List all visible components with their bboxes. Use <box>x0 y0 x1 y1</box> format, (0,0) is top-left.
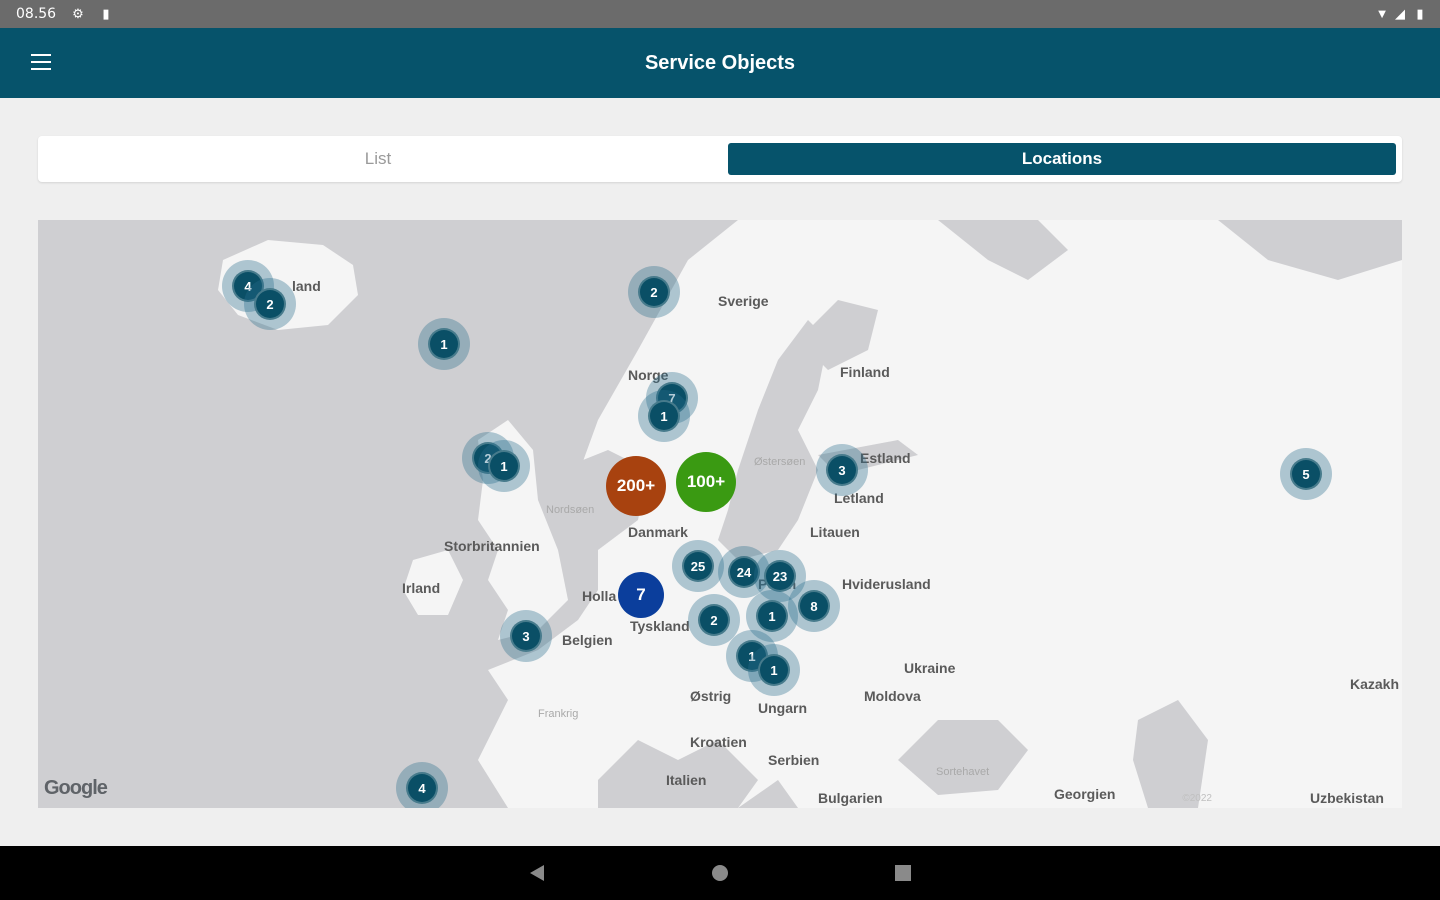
tab-list[interactable]: List <box>38 143 718 175</box>
map-cluster-marker[interactable]: 5 <box>1280 448 1332 500</box>
map-label: Serbien <box>768 752 820 768</box>
map-label: Sverige <box>718 293 769 309</box>
map-cluster-marker[interactable]: 1 <box>418 318 470 370</box>
map-label: land <box>292 278 321 294</box>
map-label: Kazakh <box>1350 676 1400 692</box>
map-label: Bulgarien <box>818 790 883 806</box>
map-cluster-marker[interactable]: 2 <box>628 266 680 318</box>
map-label: Ukraine <box>904 660 956 676</box>
map-label: Holla <box>582 588 617 604</box>
map-label: Belgien <box>562 632 613 648</box>
app-bar: Service Objects <box>0 28 1440 98</box>
map-cluster-marker[interactable]: 3 <box>500 610 552 662</box>
battery-icon: ▮ <box>1416 6 1424 21</box>
google-logo: Google <box>44 777 108 799</box>
map-view[interactable]: land Sverige Finland Norge Danmark Storb… <box>38 220 1402 808</box>
tab-locations[interactable]: Locations <box>728 143 1396 175</box>
map-label: Nordsøen <box>546 504 595 516</box>
wifi-icon: ▼ <box>1375 6 1389 21</box>
map-label: Moldova <box>864 688 921 704</box>
system-nav-bar <box>0 846 1440 900</box>
home-icon[interactable] <box>711 864 729 882</box>
map-label: Sortehavet <box>936 766 990 778</box>
map-cluster-marker[interactable]: 100+ <box>676 452 736 512</box>
map-cluster-marker[interactable]: 200+ <box>606 456 666 516</box>
map-label: Hviderusland <box>842 576 931 592</box>
map-label: Estland <box>860 450 911 466</box>
map-cluster-marker[interactable]: 1 <box>478 440 530 492</box>
map-label: Kroatien <box>690 734 747 750</box>
signal-icon: ◢ <box>1395 6 1405 21</box>
status-bar: 08.56 ⚙ ▮ ▼ ◢ ▮ <box>0 0 1440 28</box>
map-cluster-marker[interactable]: 7 <box>618 572 664 618</box>
map-cluster-marker[interactable]: 1 <box>638 390 690 442</box>
status-time: 08.56 <box>16 6 57 22</box>
page-title: Service Objects <box>644 52 796 74</box>
view-tabs: List Locations <box>38 136 1402 182</box>
map-label: Finland <box>840 364 890 380</box>
map-copyright: ©2022 <box>1182 793 1212 804</box>
map-label: Storbritannien <box>444 538 540 554</box>
map-label: Irland <box>402 580 441 596</box>
map-label: Østersøen <box>754 456 806 468</box>
map-label: Uzbekistan <box>1310 790 1384 806</box>
map-label: Georgien <box>1054 786 1116 802</box>
map-cluster-marker[interactable]: 3 <box>816 444 868 496</box>
map-label: Ungarn <box>758 700 807 716</box>
map-cluster-marker[interactable]: 25 <box>672 540 724 592</box>
back-icon[interactable] <box>528 864 546 882</box>
sd-card-icon: ▮ <box>102 6 110 21</box>
map-label: Litauen <box>810 524 860 540</box>
map-label: Danmark <box>628 524 688 540</box>
recents-icon[interactable] <box>894 864 912 882</box>
map-label: Frankrig <box>538 708 579 720</box>
map-label: Østrig <box>690 688 732 704</box>
map-cluster-marker[interactable]: 1 <box>748 644 800 696</box>
map-label: Italien <box>666 772 707 788</box>
map-label: Tyskland <box>630 618 690 634</box>
map-cluster-marker[interactable]: 2 <box>244 278 296 330</box>
settings-icon: ⚙ <box>72 6 84 21</box>
map-cluster-marker[interactable]: 4 <box>396 762 448 808</box>
